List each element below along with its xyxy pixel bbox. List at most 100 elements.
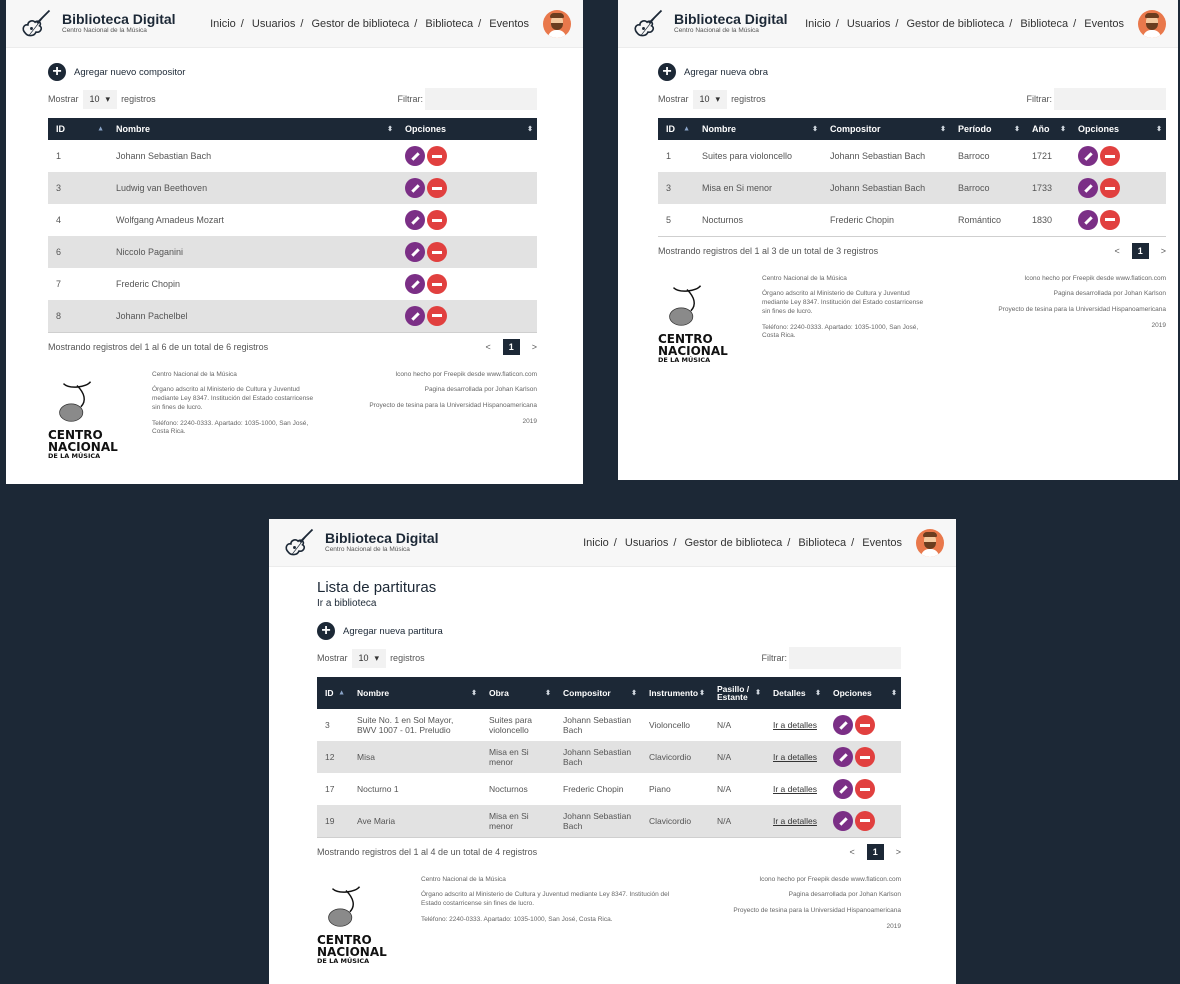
table-row: 19 Ave Maria Misa en Si menor Johann Sebast… <box>317 805 901 838</box>
nav-usuarios[interactable]: Usuarios <box>625 537 668 549</box>
violin-logo-icon[interactable] <box>281 525 317 561</box>
nav-inicio[interactable]: Inicio <box>583 537 609 549</box>
nav-biblioteca[interactable]: Biblioteca <box>1020 18 1068 30</box>
col-instrumento[interactable]: Instrumento ⬍ <box>641 677 709 709</box>
col-compositor[interactable]: Compositor ⬍ <box>822 118 950 140</box>
nav-usuarios[interactable]: Usuarios <box>252 18 295 30</box>
details-link[interactable]: Ir a detalles <box>773 816 817 826</box>
current-page-button[interactable]: 1 <box>866 843 884 860</box>
delete-icon[interactable] <box>427 146 447 166</box>
delete-icon[interactable] <box>855 747 875 767</box>
nav-eventos[interactable]: Eventos <box>862 537 902 549</box>
user-avatar[interactable] <box>916 528 944 557</box>
table-row: 4 Wolfgang Amadeus Mozart <box>48 204 537 236</box>
violin-logo-icon[interactable] <box>18 6 54 42</box>
plus-icon[interactable]: + <box>317 622 335 640</box>
delete-icon[interactable] <box>427 210 447 230</box>
filter-input[interactable] <box>1054 88 1166 110</box>
composers-table: ID ▲ Nombre ⬍ Opciones ⬍ 1 Johann Sebastian … <box>48 118 537 333</box>
next-page-button[interactable]: > <box>1161 246 1166 256</box>
nav-eventos[interactable]: Eventos <box>1084 18 1124 30</box>
nav-biblioteca[interactable]: Biblioteca <box>798 537 846 549</box>
edit-icon[interactable] <box>405 210 425 230</box>
add-work-button[interactable]: Agregar nueva obra <box>684 67 768 78</box>
delete-icon[interactable] <box>427 178 447 198</box>
delete-icon[interactable] <box>427 305 447 326</box>
col-anio[interactable]: Año ⬍ <box>1024 118 1070 140</box>
edit-icon[interactable] <box>833 747 853 767</box>
nav-inicio[interactable]: Inicio <box>805 18 831 30</box>
prev-page-button[interactable]: < <box>849 847 854 857</box>
delete-icon[interactable] <box>427 274 447 294</box>
edit-icon[interactable] <box>833 810 853 831</box>
col-opciones[interactable]: Opciones ⬍ <box>1070 118 1166 140</box>
prev-page-button[interactable]: < <box>485 342 490 352</box>
nav-inicio[interactable]: Inicio <box>210 18 236 30</box>
brand[interactable]: Biblioteca Digital Centro Nacional de la… <box>325 531 439 555</box>
details-link[interactable]: Ir a detalles <box>773 752 817 762</box>
brand[interactable]: Biblioteca Digital Centro Nacional de la… <box>674 12 788 36</box>
footer-year: 2019 <box>522 417 537 425</box>
plus-icon[interactable]: + <box>48 63 66 81</box>
current-page-button[interactable]: 1 <box>1131 242 1149 259</box>
edit-icon[interactable] <box>1078 178 1098 198</box>
col-id[interactable]: ID ▲ <box>48 118 108 140</box>
nav-eventos[interactable]: Eventos <box>489 18 529 30</box>
page-size-select[interactable]: 10 ▾ <box>351 648 387 668</box>
col-nombre[interactable]: Nombre ⬍ <box>694 118 822 140</box>
violin-logo-icon[interactable] <box>630 6 666 42</box>
col-nombre[interactable]: Nombre ⬍ <box>108 118 397 140</box>
plus-icon[interactable]: + <box>658 63 676 81</box>
delete-icon[interactable] <box>427 242 447 262</box>
delete-icon[interactable] <box>1100 146 1120 166</box>
prev-page-button[interactable]: < <box>1114 246 1119 256</box>
page-title: Lista de partituras <box>317 579 437 596</box>
footer-desc: Órgano adscrito al Ministerio de Cultura… <box>421 891 670 908</box>
delete-icon[interactable] <box>1100 178 1120 198</box>
nav-gestor[interactable]: Gestor de biblioteca <box>684 537 782 549</box>
edit-icon[interactable] <box>405 274 425 294</box>
edit-icon[interactable] <box>405 305 425 326</box>
edit-icon[interactable] <box>405 178 425 198</box>
col-nombre[interactable]: Nombre ⬍ <box>349 677 481 709</box>
current-page-button[interactable]: 1 <box>502 338 520 355</box>
nav-gestor[interactable]: Gestor de biblioteca <box>311 18 409 30</box>
col-obra[interactable]: Obra ⬍ <box>481 677 555 709</box>
details-link[interactable]: Ir a detalles <box>773 720 817 730</box>
delete-icon[interactable] <box>855 779 875 799</box>
col-detalles[interactable]: Detalles ⬍ <box>765 677 825 709</box>
edit-icon[interactable] <box>405 146 425 166</box>
delete-icon[interactable] <box>855 715 875 735</box>
nav-biblioteca[interactable]: Biblioteca <box>425 18 473 30</box>
edit-icon[interactable] <box>833 779 853 799</box>
details-link[interactable]: Ir a detalles <box>773 784 817 794</box>
delete-icon[interactable] <box>1100 209 1120 230</box>
next-page-button[interactable]: > <box>896 847 901 857</box>
filter-input[interactable] <box>789 647 901 669</box>
brand[interactable]: Biblioteca Digital Centro Nacional de la… <box>62 12 176 36</box>
next-page-button[interactable]: > <box>532 342 537 352</box>
library-link[interactable]: Ir a biblioteca <box>317 598 901 609</box>
add-score-button[interactable]: Agregar nueva partitura <box>343 626 443 637</box>
user-avatar[interactable] <box>1138 9 1166 38</box>
nav-gestor[interactable]: Gestor de biblioteca <box>906 18 1004 30</box>
col-opciones[interactable]: Opciones ⬍ <box>825 677 901 709</box>
add-composer-button[interactable]: Agregar nuevo compositor <box>74 67 185 78</box>
page-size-select[interactable]: 10 ▾ <box>692 89 728 109</box>
edit-icon[interactable] <box>405 242 425 262</box>
col-periodo[interactable]: Período ⬍ <box>950 118 1024 140</box>
nav-usuarios[interactable]: Usuarios <box>847 18 890 30</box>
delete-icon[interactable] <box>855 810 875 831</box>
edit-icon[interactable] <box>1078 146 1098 166</box>
filter-input[interactable] <box>425 88 537 110</box>
footer-contact: Teléfono: 2240-0333. Apartado: 1035-1000… <box>762 323 919 340</box>
col-id[interactable]: ID ▲ <box>317 677 349 709</box>
col-opciones[interactable]: Opciones ⬍ <box>397 118 537 140</box>
edit-icon[interactable] <box>833 715 853 735</box>
user-avatar[interactable] <box>543 9 571 38</box>
col-id[interactable]: ID ▲ <box>658 118 694 140</box>
col-pasillo[interactable]: Pasillo / Estante ⬍ <box>709 677 765 709</box>
col-compositor[interactable]: Compositor ⬍ <box>555 677 641 709</box>
page-size-select[interactable]: 10 ▾ <box>82 89 118 109</box>
edit-icon[interactable] <box>1078 209 1098 230</box>
